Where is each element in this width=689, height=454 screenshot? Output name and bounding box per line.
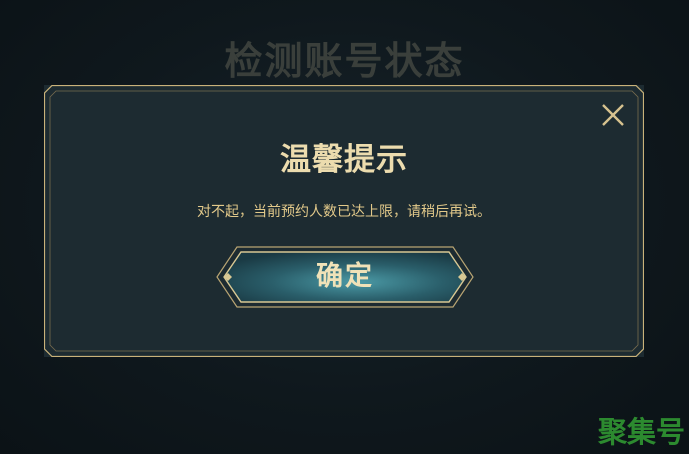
dialog-title: 温馨提示 (280, 142, 408, 178)
dialog-message: 对不起，当前预约人数已达上限，请稍后再试。 (197, 204, 491, 220)
watermark-logo: 聚集号 (597, 415, 685, 449)
close-icon (602, 104, 624, 126)
background-page-title: 检测账号状态 (224, 39, 465, 83)
confirm-button[interactable]: 确定 (215, 245, 475, 309)
confirm-button-label: 确定 (316, 261, 374, 292)
notice-dialog (44, 85, 644, 357)
close-button[interactable] (598, 100, 628, 130)
dialog-frame (44, 85, 644, 357)
